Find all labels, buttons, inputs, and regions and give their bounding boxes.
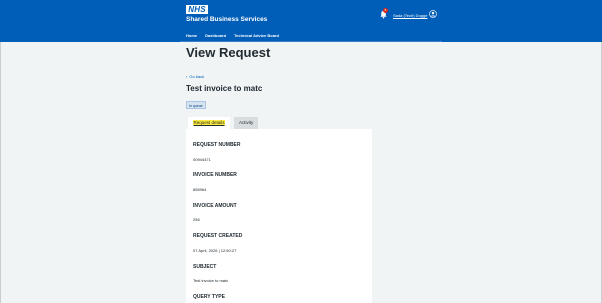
request-details-panel: REQUEST NUMBER 00944471 INVOICE NUMBER 8… xyxy=(186,129,372,303)
chevron-left-icon: ‹ xyxy=(186,74,188,79)
tab-list: Request details Activity xyxy=(188,117,259,129)
request-title: Test invoice to matc xyxy=(186,84,263,93)
subject-value: Test invoice to matc xyxy=(193,278,229,283)
nav-item-dashboard[interactable]: Dashboard xyxy=(205,33,226,39)
invoice-amount-value: 256 xyxy=(193,217,200,222)
page-title: View Request xyxy=(186,45,271,60)
nav-divider xyxy=(180,41,442,42)
tab-request-details-label[interactable]: Request details xyxy=(193,120,226,125)
back-link[interactable]: ‹ Go back xyxy=(186,74,204,79)
site-header: NHS Shared Business Services 8 Sada (Tec… xyxy=(0,0,602,42)
user-name-link[interactable]: Sada (Tech) Dugge xyxy=(393,13,427,18)
back-link-label[interactable]: Go back xyxy=(189,74,204,79)
query-type-label: QUERY TYPE xyxy=(193,294,225,300)
main-nav: Home Dashboard Technical Advice Board xyxy=(186,33,279,39)
invoice-number-label: INVOICE NUMBER xyxy=(193,172,237,178)
nav-item-home[interactable]: Home xyxy=(186,33,197,39)
subject-label: SUBJECT xyxy=(193,264,217,270)
status-badge: In queue xyxy=(186,101,206,109)
request-created-label: REQUEST CREATED xyxy=(193,233,243,239)
request-number-label: REQUEST NUMBER xyxy=(193,142,241,148)
service-name[interactable]: Shared Business Services xyxy=(186,16,267,23)
invoice-amount-label: INVOICE AMOUNT xyxy=(193,203,237,209)
request-number-value: 00944471 xyxy=(193,157,211,162)
tab-activity[interactable]: Activity xyxy=(234,117,259,129)
user-icon[interactable] xyxy=(429,10,437,18)
nav-item-technical-advice-board[interactable]: Technical Advice Board xyxy=(234,33,279,39)
tab-request-details[interactable]: Request details xyxy=(188,117,231,129)
notification-badge: 8 xyxy=(383,8,388,13)
request-created-value: 07 April, 2026 | 12:50:27 xyxy=(193,248,237,253)
nhs-logo[interactable]: NHS xyxy=(186,5,208,14)
invoice-number-value: 856964 xyxy=(193,187,207,192)
